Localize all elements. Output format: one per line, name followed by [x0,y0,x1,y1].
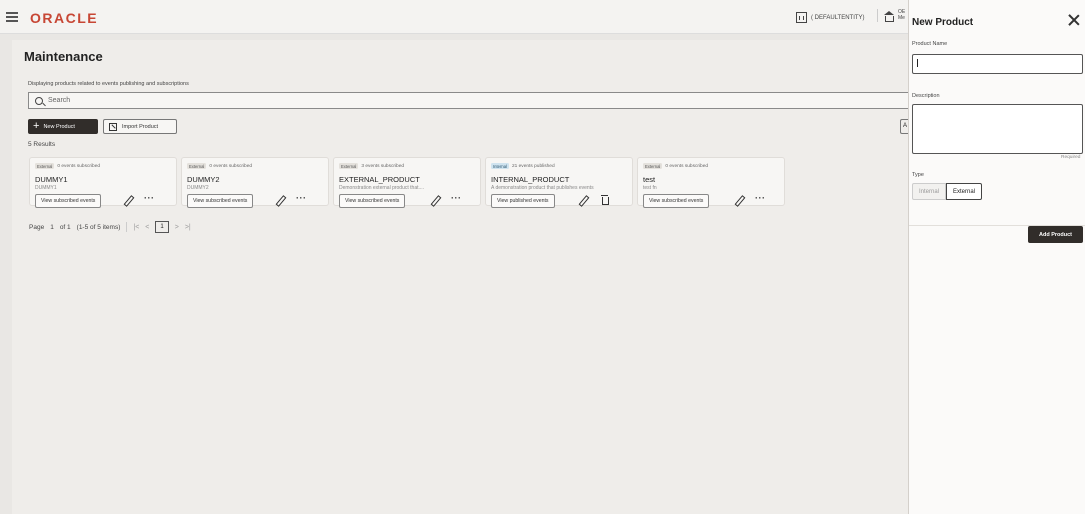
oracle-logo: ORACLE [30,10,99,26]
delete-icon[interactable] [600,195,610,206]
required-hint: Required [1061,155,1081,160]
search-input[interactable]: Search [28,92,910,109]
event-status: 0 events subscribed [209,163,253,169]
next-page-icon[interactable]: > [175,224,179,231]
edit-icon[interactable] [734,195,744,206]
product-card[interactable]: External 0 events subscribed DUMMY1 DUMM… [29,157,177,208]
type-external-option[interactable]: External [946,183,983,200]
event-status: 0 events subscribed [57,163,101,169]
event-status: 21 events published [511,163,555,169]
product-name: test [643,175,656,184]
type-badge: Internal [491,163,509,169]
more-icon[interactable]: ··· [451,194,461,206]
view-events-button[interactable]: View subscribed events [339,194,406,208]
add-product-button[interactable]: Add Product [1028,226,1083,243]
entity-label: ( DEFAULTENTITY) [811,14,865,21]
branch-selector[interactable]: OE Me [877,9,905,22]
product-description: Demonstration external product that.... [339,185,425,191]
page-number-input[interactable]: 1 [50,224,54,231]
bank-icon [884,11,895,22]
more-icon[interactable]: ··· [144,194,154,206]
edit-icon[interactable] [275,195,285,206]
more-icon[interactable]: ··· [296,194,306,206]
prev-page-icon[interactable]: < [145,224,149,231]
import-product-label: Import Product [122,123,159,130]
import-product-button[interactable]: Import Product [103,119,177,134]
product-description: DUMMY1 [35,185,57,191]
description-label: Description [912,93,940,99]
page-title: Maintenance [24,49,103,64]
type-badge: External [35,163,55,169]
product-description: test fn [643,185,657,191]
product-description: A demonstration product that publishes e… [491,185,594,191]
page-label: Page [29,223,45,231]
page-of-label: of 1 [59,223,71,231]
edit-icon[interactable] [123,195,133,206]
search-icon [35,96,43,105]
branch-line2: Me [898,15,905,21]
pager-divider [126,222,128,232]
description-field[interactable] [912,104,1083,154]
type-badge: External [187,163,207,169]
product-name-field[interactable] [912,54,1083,74]
close-icon[interactable] [1068,14,1080,26]
product-name-label: Product Name [912,41,948,47]
last-page-icon[interactable]: >| [185,224,191,231]
first-page-icon[interactable]: |< [133,224,139,231]
product-name: DUMMY2 [187,175,220,184]
product-name: INTERNAL_PRODUCT [491,175,570,184]
type-badge: External [339,163,359,169]
product-card[interactable]: External 0 events subscribed test test f… [637,157,785,208]
type-label: Type [912,172,924,178]
product-card[interactable]: External 3 events subscribed EXTERNAL_PR… [333,157,481,208]
plus-icon: + [33,120,40,132]
drawer-title: New Product [912,17,974,28]
pagination: Page 1 of 1 (1-5 of 5 items) |< < 1 > >| [29,221,191,233]
type-toggle: Internal External [912,183,983,200]
view-events-button[interactable]: View subscribed events [35,194,102,208]
new-product-drawer: New Product Product Name Description Req… [908,0,1085,514]
items-range: (1-5 of 5 items) [76,223,121,231]
type-internal-option[interactable]: Internal [912,183,947,200]
event-status: 3 events subscribed [361,163,405,169]
edit-icon[interactable] [578,195,588,206]
hamburger-menu-icon[interactable] [6,12,18,22]
import-icon [109,122,117,131]
product-name: EXTERNAL_PRODUCT [339,175,420,184]
results-count: 5 Results [28,141,56,148]
view-events-button[interactable]: View subscribed events [643,194,710,208]
event-status: 0 events subscribed [665,163,709,169]
product-cards: External 0 events subscribed DUMMY1 DUMM… [29,157,785,208]
product-description: DUMMY2 [187,185,209,191]
view-events-button[interactable]: View published events [491,194,555,208]
product-name: DUMMY1 [35,175,68,184]
view-events-button[interactable]: View subscribed events [187,194,254,208]
entity-selector[interactable]: ( DEFAULTENTITY) [796,12,865,23]
more-icon[interactable]: ··· [755,194,765,206]
page-subtitle: Displaying products related to events pu… [28,81,189,87]
product-card[interactable]: External 0 events subscribed DUMMY2 DUMM… [181,157,329,208]
current-page-button[interactable]: 1 [155,221,169,233]
new-product-label: New Product [43,123,75,130]
entity-icon [796,12,807,23]
search-placeholder: Search [48,97,71,104]
maintenance-page: Maintenance Displaying products related … [12,40,910,514]
type-badge: External [643,163,663,169]
edit-icon[interactable] [430,195,440,206]
product-card[interactable]: Internal 21 events published INTERNAL_PR… [485,157,633,208]
new-product-button[interactable]: + New Product [28,119,98,134]
text-cursor [917,59,918,67]
